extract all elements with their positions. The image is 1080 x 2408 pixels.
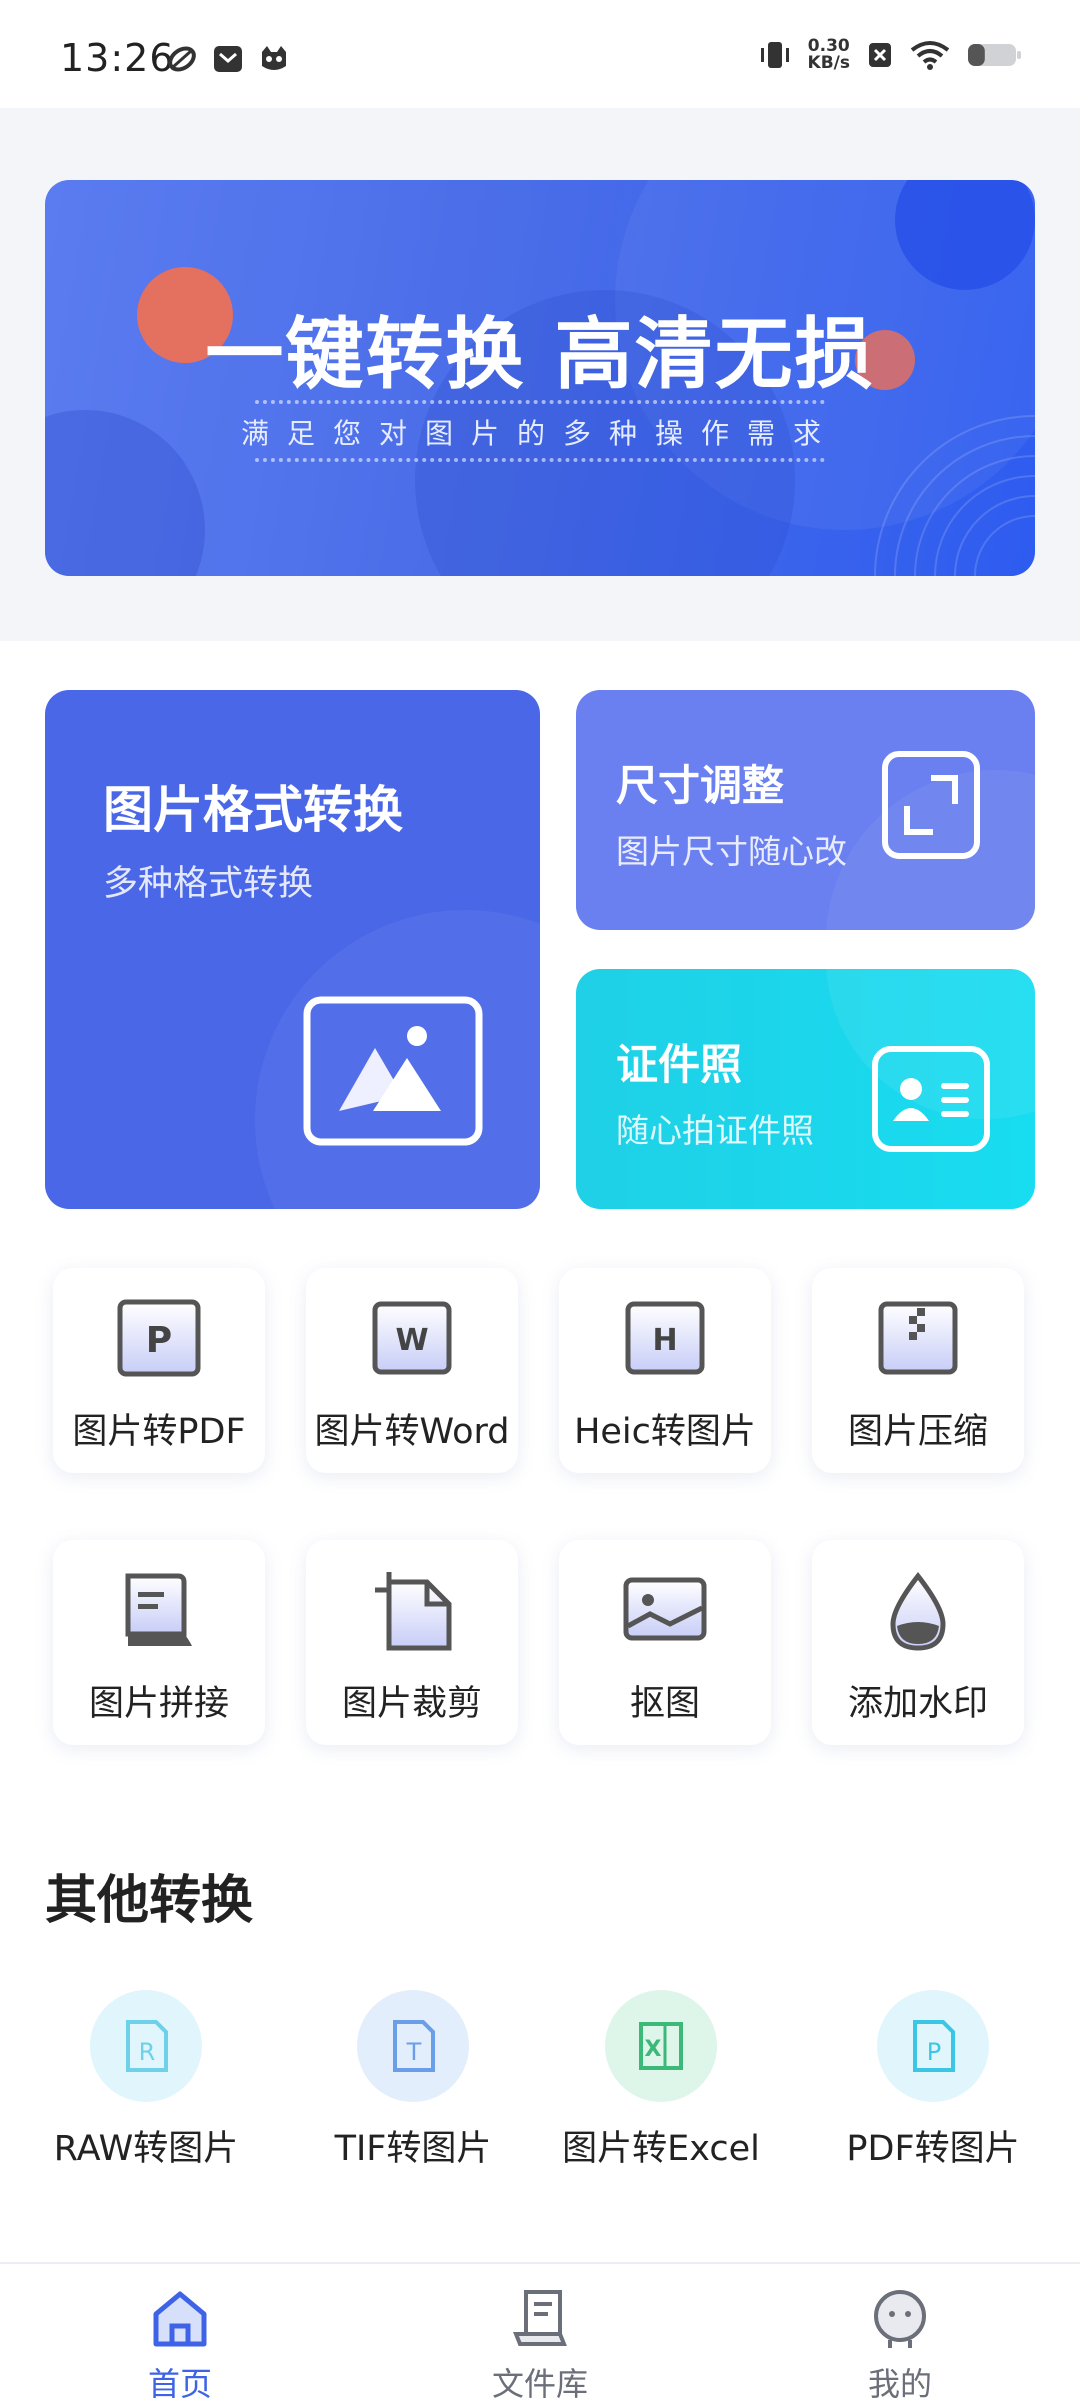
compress-icon [878,1301,958,1375]
bottom-nav: 首页 文件库 我的 [0,2262,1080,2408]
nav-label: 文件库 [491,2365,588,2403]
tool-heic-to-image[interactable]: H Heic转图片 [559,1268,771,1473]
heic-doc-icon: H [625,1301,705,1375]
tool-label: 图片转Word [314,1412,510,1452]
id-photo-title: 证件照 [616,1040,743,1089]
raw-file-icon: R [126,2020,168,2072]
banner-divider-bottom [255,458,825,462]
tool-image-to-word[interactable]: W 图片转Word [306,1268,518,1473]
tool-image-to-pdf[interactable]: P 图片转PDF [53,1268,265,1473]
pdf-file-icon: P [913,2020,955,2072]
crop-icon [375,1572,452,1651]
svg-text:T: T [406,2038,422,2066]
watermark-icon [890,1571,946,1651]
resize-card[interactable]: 尺寸调整 图片尺寸随心改 [576,690,1035,930]
resize-title: 尺寸调整 [616,761,785,810]
cat-app-icon [262,46,286,70]
mail-app-icon [214,46,242,72]
banner-area: 一键转换 高清无损 满足您对图片的多种操作需求 [0,108,1080,641]
other-tif-to-image[interactable]: T TIF转图片 [283,1990,543,2200]
other-label: 图片转Excel [562,2129,760,2169]
excel-file-icon: X [639,2022,683,2070]
nav-profile[interactable]: 我的 [800,2264,1000,2408]
tif-file-icon: T [393,2020,435,2072]
system-status: 0.30 KB/s [758,38,1022,72]
svg-text:X: X [645,2037,662,2062]
format-convert-card[interactable]: 图片格式转换 多种格式转换 [45,690,540,1209]
tool-add-watermark[interactable]: 添加水印 [812,1540,1024,1745]
status-bar: 13:26 0.30 KB/s [0,0,1080,108]
pdf-doc-icon: P [117,1299,201,1377]
notification-icons [166,44,290,74]
resize-subtitle: 图片尺寸随心改 [616,832,847,871]
svg-text:H: H [652,1323,677,1358]
id-photo-card[interactable]: 证件照 随心拍证件照 [576,969,1035,1209]
profile-icon [874,2290,926,2348]
svg-text:P: P [927,2038,941,2066]
net-speed-unit: KB/s [807,53,850,73]
tool-image-compress[interactable]: 图片压缩 [812,1268,1024,1473]
no-sim-icon [869,43,891,67]
id-photo-subtitle: 随心拍证件照 [616,1111,814,1150]
resize-icon [882,751,980,859]
nav-home[interactable]: 首页 [80,2264,280,2408]
format-convert-title: 图片格式转换 [103,781,403,839]
other-conversions-title: 其他转换 [45,1871,254,1931]
battery-icon [968,44,1021,66]
net-speed: 0.30 KB/s [808,38,850,72]
nav-label: 我的 [867,2365,932,2403]
tool-label: 抠图 [629,1684,700,1724]
promo-banner[interactable]: 一键转换 高清无损 满足您对图片的多种操作需求 [45,180,1035,576]
tool-label: Heic转图片 [574,1412,756,1452]
image-icon [303,996,483,1146]
other-label: TIF转图片 [334,2129,492,2169]
other-pdf-to-image[interactable]: P PDF转图片 [803,1990,1063,2200]
tool-label: 图片压缩 [847,1412,988,1452]
leaf-app-icon [168,46,196,72]
other-image-to-excel[interactable]: X 图片转Excel [531,1990,791,2200]
id-card-icon [872,1046,990,1152]
other-label: PDF转图片 [846,2129,1020,2169]
tool-label: 添加水印 [847,1684,988,1724]
nav-file-library[interactable]: 文件库 [440,2264,640,2408]
format-convert-subtitle: 多种格式转换 [103,864,314,904]
other-label: RAW转图片 [53,2129,239,2169]
vibrate-icon [760,42,789,68]
wifi-icon [910,41,950,70]
tool-image-stitch[interactable]: 图片拼接 [53,1540,265,1745]
banner-title: 一键转换 高清无损 [205,310,875,400]
tool-image-crop[interactable]: 图片裁剪 [306,1540,518,1745]
banner-divider-top [255,400,825,404]
tool-label: 图片转PDF [72,1412,246,1452]
home-icon [153,2291,207,2347]
stitch-icon [125,1573,192,1646]
other-raw-to-image[interactable]: R RAW转图片 [16,1990,276,2200]
svg-text:R: R [139,2038,156,2066]
svg-text:W: W [395,1323,428,1358]
banner-subtitle: 满足您对图片的多种操作需求 [240,417,839,450]
status-time: 13:26 [60,36,175,80]
word-doc-icon: W [372,1301,452,1375]
tool-cutout[interactable]: 抠图 [559,1540,771,1745]
tool-label: 图片拼接 [88,1684,229,1724]
file-library-icon [513,2290,567,2346]
svg-text:P: P [146,1320,172,1361]
tool-label: 图片裁剪 [341,1684,482,1724]
cutout-icon [623,1577,707,1641]
nav-label: 首页 [147,2365,212,2403]
